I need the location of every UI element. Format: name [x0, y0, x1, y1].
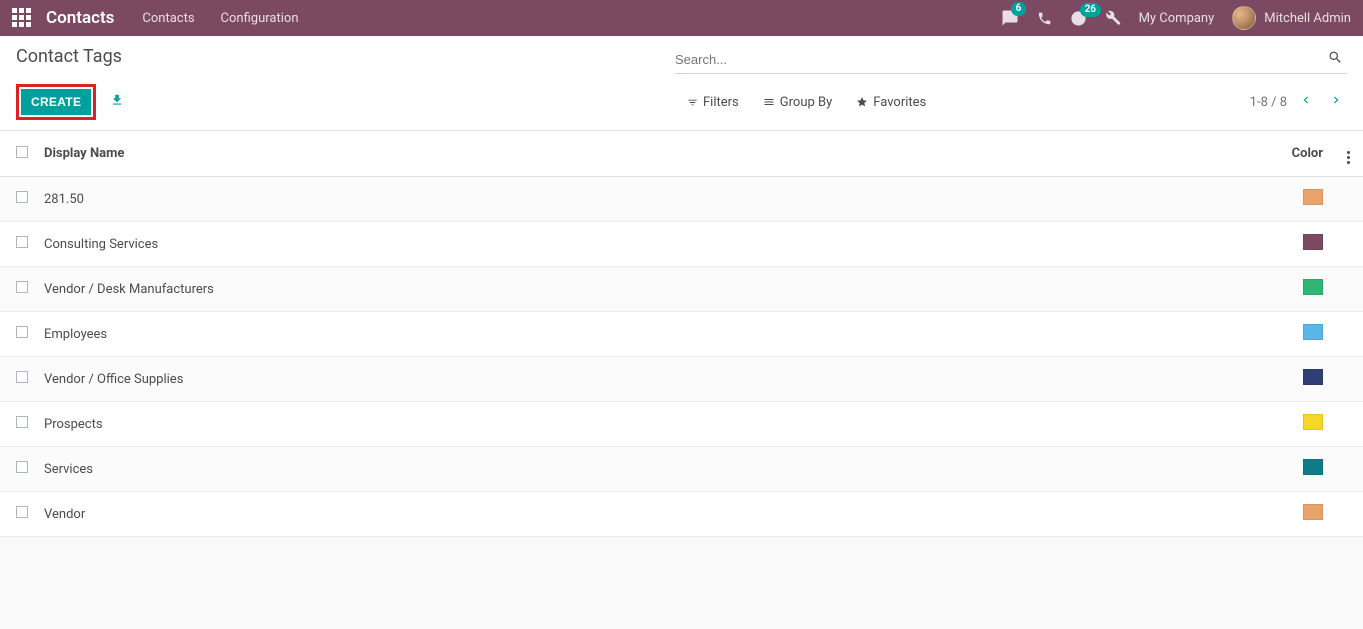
table-row[interactable]: Prospects	[0, 402, 1363, 447]
search-bar	[675, 46, 1347, 74]
row-checkbox[interactable]	[16, 281, 28, 293]
color-swatch[interactable]	[1303, 189, 1323, 205]
table-row[interactable]: Vendor	[0, 492, 1363, 537]
color-swatch[interactable]	[1303, 504, 1323, 520]
user-name: Mitchell Admin	[1264, 11, 1351, 26]
column-menu-icon[interactable]	[1347, 151, 1350, 164]
row-name: Vendor	[36, 492, 1273, 537]
company-switcher[interactable]: My Company	[1139, 11, 1215, 26]
page-title: Contact Tags	[16, 46, 122, 67]
row-checkbox[interactable]	[16, 326, 28, 338]
phone-icon[interactable]	[1037, 11, 1052, 26]
list-view: Display Name Color 281.50Consulting Serv…	[0, 131, 1363, 537]
row-checkbox[interactable]	[16, 236, 28, 248]
nav-contacts[interactable]: Contacts	[142, 11, 194, 26]
row-checkbox[interactable]	[16, 416, 28, 428]
filters-button[interactable]: Filters	[687, 95, 739, 110]
table-row[interactable]: Services	[0, 447, 1363, 492]
row-checkbox[interactable]	[16, 191, 28, 203]
pager-text[interactable]: 1-8 / 8	[1250, 95, 1287, 110]
apps-icon[interactable]	[12, 8, 32, 28]
messages-icon[interactable]: 6	[1001, 9, 1019, 27]
row-checkbox[interactable]	[16, 371, 28, 383]
nav-configuration[interactable]: Configuration	[221, 11, 299, 26]
search-icon[interactable]	[1324, 50, 1347, 69]
table-row[interactable]: 281.50	[0, 177, 1363, 222]
color-swatch[interactable]	[1303, 414, 1323, 430]
color-swatch[interactable]	[1303, 279, 1323, 295]
tools-icon[interactable]	[1105, 10, 1121, 26]
table-row[interactable]: Employees	[0, 312, 1363, 357]
tags-table: Display Name Color 281.50Consulting Serv…	[0, 131, 1363, 537]
pager-prev-icon[interactable]	[1295, 89, 1317, 115]
col-header-name[interactable]: Display Name	[36, 131, 1273, 177]
activities-icon[interactable]: 26	[1070, 10, 1087, 27]
groupby-label: Group By	[780, 95, 833, 110]
favorites-button[interactable]: Favorites	[856, 95, 926, 110]
control-panel: Contact Tags CREATE Filters Group By	[0, 36, 1363, 131]
table-row[interactable]: Vendor / Desk Manufacturers	[0, 267, 1363, 312]
create-highlight: CREATE	[16, 84, 96, 120]
filters-label: Filters	[703, 95, 739, 110]
row-name: Employees	[36, 312, 1273, 357]
color-swatch[interactable]	[1303, 459, 1323, 475]
create-button[interactable]: CREATE	[21, 89, 91, 115]
color-swatch[interactable]	[1303, 234, 1323, 250]
groupby-button[interactable]: Group By	[763, 95, 833, 110]
row-name: Vendor / Office Supplies	[36, 357, 1273, 402]
col-header-color[interactable]: Color	[1273, 131, 1333, 177]
row-name: Consulting Services	[36, 222, 1273, 267]
avatar	[1232, 6, 1256, 30]
row-name: Prospects	[36, 402, 1273, 447]
row-name: Services	[36, 447, 1273, 492]
download-icon[interactable]	[110, 93, 124, 111]
color-swatch[interactable]	[1303, 369, 1323, 385]
brand-title[interactable]: Contacts	[46, 8, 114, 28]
select-all-checkbox[interactable]	[16, 146, 28, 158]
user-menu[interactable]: Mitchell Admin	[1232, 6, 1351, 30]
table-row[interactable]: Vendor / Office Supplies	[0, 357, 1363, 402]
favorites-label: Favorites	[873, 95, 926, 110]
top-navbar: Contacts Contacts Configuration 6 26 My …	[0, 0, 1363, 36]
table-row[interactable]: Consulting Services	[0, 222, 1363, 267]
color-swatch[interactable]	[1303, 324, 1323, 340]
row-name: Vendor / Desk Manufacturers	[36, 267, 1273, 312]
activities-badge: 26	[1080, 3, 1101, 17]
row-name: 281.50	[36, 177, 1273, 222]
row-checkbox[interactable]	[16, 461, 28, 473]
search-input[interactable]	[675, 48, 1324, 71]
pager-next-icon[interactable]	[1325, 89, 1347, 115]
messages-badge: 6	[1011, 2, 1027, 16]
row-checkbox[interactable]	[16, 506, 28, 518]
